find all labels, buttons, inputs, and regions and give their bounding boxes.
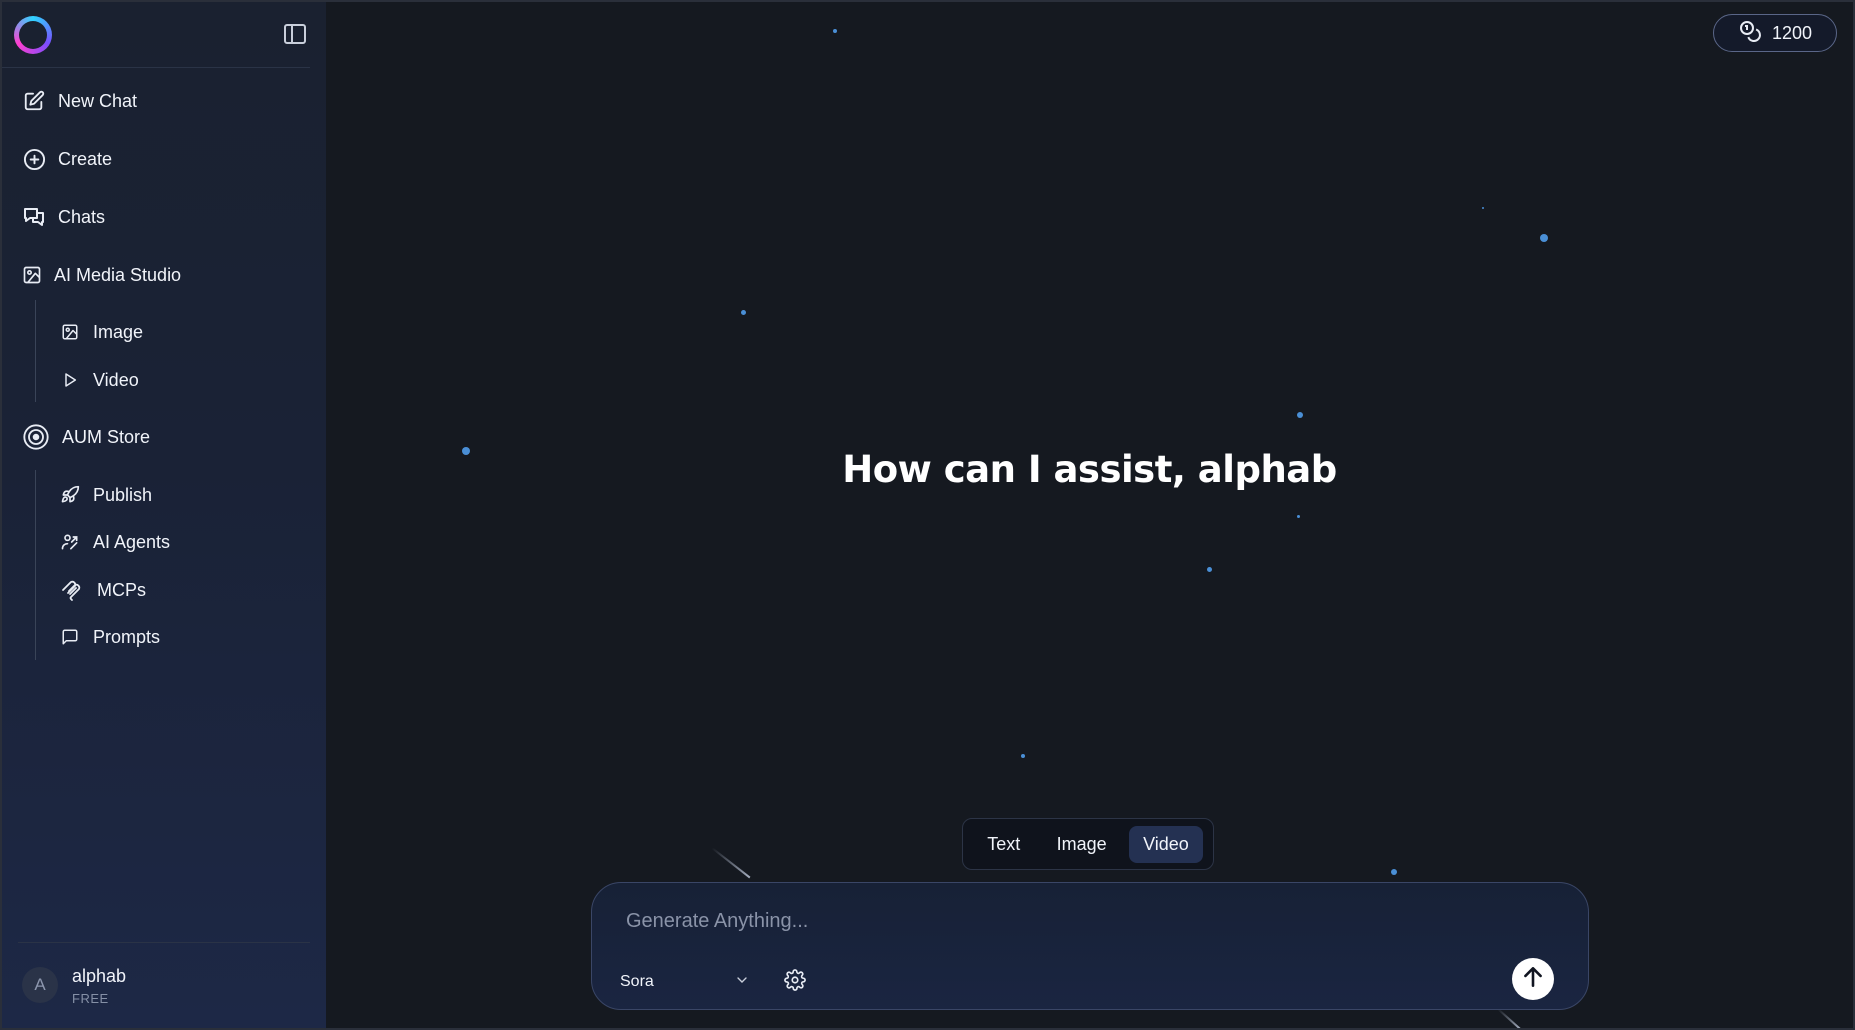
- main-area: 1200 How can I assist, alphab Text Image…: [326, 2, 1853, 1028]
- edit-icon: [22, 89, 46, 113]
- logo-icon[interactable]: [14, 16, 52, 54]
- credits-value: 1200: [1771, 22, 1813, 43]
- arrow-up-icon: [1520, 964, 1546, 995]
- sidebar-item-image-label: Image: [93, 321, 144, 342]
- background-star: [1540, 234, 1548, 242]
- sidebar-item-prompts[interactable]: Prompts: [60, 623, 160, 651]
- background-star: [1482, 207, 1484, 209]
- background-star: [1207, 567, 1212, 572]
- ai-media-studio-button[interactable]: AI Media Studio: [22, 260, 181, 290]
- chevron-down-icon: [734, 972, 750, 993]
- sidebar-item-video-label: Video: [93, 369, 139, 390]
- message-square-icon: [60, 627, 80, 647]
- coins-icon: [1738, 19, 1762, 48]
- model-select-value: Sora: [620, 973, 654, 990]
- background-star: [1297, 515, 1300, 518]
- media-icon: [22, 263, 42, 287]
- model-select[interactable]: Sora: [620, 969, 750, 995]
- sidebar: New Chat Create Chats AI Media Studio Im…: [2, 2, 326, 1028]
- chat-bubbles-icon: [22, 205, 46, 229]
- aum-store-label: AUM Store: [62, 426, 151, 447]
- mode-video-tab[interactable]: Video: [1129, 825, 1203, 863]
- aum-store-button[interactable]: AUM Store: [22, 422, 150, 452]
- background-star: [1391, 869, 1397, 875]
- rocket-icon: [60, 485, 80, 505]
- sidebar-toggle-icon[interactable]: [284, 24, 306, 44]
- target-icon: [22, 423, 50, 451]
- ai-media-studio-label: AI Media Studio: [54, 264, 182, 285]
- sidebar-item-mcps-label: MCPs: [97, 579, 146, 600]
- sidebar-item-publish-label: Publish: [93, 484, 153, 505]
- submenu-line: [35, 470, 36, 660]
- sidebar-item-prompts-label: Prompts: [93, 626, 161, 647]
- create-button[interactable]: Create: [22, 144, 112, 174]
- page-title: How can I assist, alphab: [842, 448, 1337, 491]
- new-chat-button[interactable]: New Chat: [22, 86, 137, 116]
- background-star: [741, 310, 746, 315]
- submenu-line: [35, 300, 36, 402]
- mode-switcher: Text Image Video: [962, 818, 1214, 870]
- background-star: [833, 29, 837, 33]
- user-name[interactable]: alphab: [72, 966, 126, 987]
- gear-icon[interactable]: [782, 967, 808, 993]
- chats-button[interactable]: Chats: [22, 202, 105, 232]
- background-star: [1297, 412, 1303, 418]
- background-star: [1021, 754, 1025, 758]
- mode-text-tab[interactable]: Text: [973, 826, 1034, 863]
- prompt-input[interactable]: [626, 905, 1526, 937]
- sidebar-divider: [18, 942, 310, 943]
- image-icon: [60, 322, 80, 342]
- agent-icon: [60, 532, 80, 552]
- sidebar-item-ai-agents[interactable]: AI Agents: [60, 528, 170, 556]
- create-label: Create: [58, 148, 113, 169]
- sidebar-item-video[interactable]: Video: [60, 366, 139, 394]
- shooting-star: [1497, 1008, 1521, 1028]
- user-plan-badge: FREE: [72, 991, 109, 1006]
- shooting-star: [711, 847, 751, 879]
- play-icon: [60, 370, 80, 390]
- sidebar-header: [2, 2, 310, 68]
- new-chat-label: New Chat: [58, 90, 138, 111]
- sidebar-item-ai-agents-label: AI Agents: [93, 531, 171, 552]
- composer: Sora: [591, 882, 1589, 1010]
- sidebar-item-mcps[interactable]: MCPs: [60, 576, 146, 604]
- mode-image-tab[interactable]: Image: [1043, 826, 1121, 863]
- avatar[interactable]: A: [22, 967, 58, 1003]
- mcp-icon: [60, 578, 84, 602]
- sidebar-item-image[interactable]: Image: [60, 318, 143, 346]
- send-button[interactable]: [1512, 958, 1554, 1000]
- credits-button[interactable]: 1200: [1713, 14, 1837, 52]
- app-window: New Chat Create Chats AI Media Studio Im…: [0, 0, 1855, 1030]
- plus-circle-icon: [22, 147, 46, 171]
- chats-label: Chats: [58, 206, 106, 227]
- sidebar-item-publish[interactable]: Publish: [60, 481, 152, 509]
